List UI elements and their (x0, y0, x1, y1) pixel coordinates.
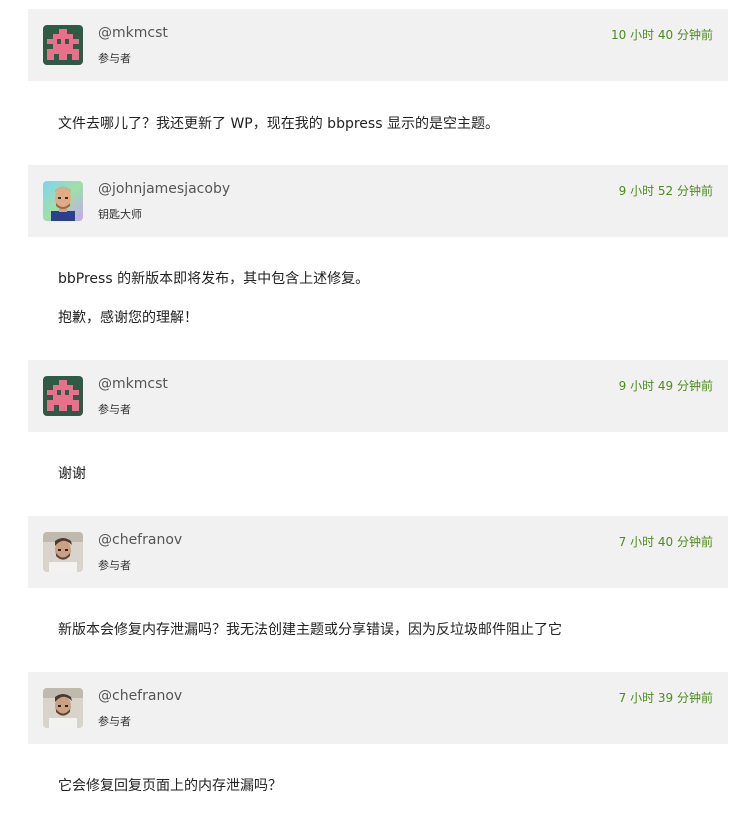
pixel-invader-avatar[interactable] (43, 25, 83, 65)
reply-author-bar: @chefranov 参与者 7 小时 39 分钟前 (28, 672, 728, 744)
reply-paragraph: 文件去哪儿了？我还更新了 WP，现在我的 bbpress 显示的是空主题。 (58, 116, 499, 132)
user-role: 参与者 (98, 559, 131, 572)
post-timestamp-link[interactable]: 9 小时 52 分钟前 (619, 182, 713, 199)
post-timestamp-link[interactable]: 9 小时 49 分钟前 (619, 377, 713, 394)
reply-author-bar: @chefranov 参与者 7 小时 40 分钟前 (28, 516, 728, 588)
reply-content: 新版本会修复内存泄漏吗？我无法创建主题或分享错误，因为反垃圾邮件阻止了它 (58, 621, 718, 660)
reply-content: bbPress 的新版本即将发布，其中包含上述修复。 抱歉，感谢您的理解！ (58, 270, 718, 348)
photo-avatar-chefranov[interactable] (43, 688, 83, 728)
post-timestamp-link[interactable]: 7 小时 40 分钟前 (619, 533, 713, 550)
reply-author-bar: @johnjamesjacoby 钥匙大师 9 小时 52 分钟前 (28, 165, 728, 237)
username-link[interactable]: @johnjamesjacoby (98, 181, 230, 197)
photo-avatar-johnjamesjacoby[interactable] (43, 181, 83, 221)
reply-thread: @mkmcst 参与者 10 小时 40 分钟前 文件去哪儿了？我还更新了 WP… (0, 0, 751, 835)
username-link[interactable]: @mkmcst (98, 25, 168, 41)
reply-content: 谢谢 (58, 465, 718, 504)
user-role: 参与者 (98, 403, 131, 416)
reply-paragraph: 抱歉，感谢您的理解！ (58, 310, 198, 326)
user-role: 参与者 (98, 52, 131, 65)
reply-paragraph: 谢谢 (58, 466, 86, 482)
username-link[interactable]: @mkmcst (98, 376, 168, 392)
reply-paragraph: bbPress 的新版本即将发布，其中包含上述修复。 (58, 271, 370, 287)
post-timestamp-link[interactable]: 10 小时 40 分钟前 (611, 26, 713, 43)
pixel-invader-avatar[interactable] (43, 376, 83, 416)
reply-author-bar: @mkmcst 参与者 9 小时 49 分钟前 (28, 360, 728, 432)
photo-avatar-chefranov[interactable] (43, 532, 83, 572)
username-link[interactable]: @chefranov (98, 532, 182, 548)
reply-paragraph: 新版本会修复内存泄漏吗？我无法创建主题或分享错误，因为反垃圾邮件阻止了它 (58, 622, 562, 638)
reply-paragraph: 它会修复回复页面上的内存泄漏吗？ (58, 778, 282, 794)
user-role: 参与者 (98, 715, 131, 728)
username-link[interactable]: @chefranov (98, 688, 182, 704)
reply-author-bar: @mkmcst 参与者 10 小时 40 分钟前 (28, 9, 728, 81)
reply-content: 它会修复回复页面上的内存泄漏吗？ (58, 777, 718, 816)
post-timestamp-link[interactable]: 7 小时 39 分钟前 (619, 689, 713, 706)
user-role: 钥匙大师 (98, 208, 142, 221)
reply-content: 文件去哪儿了？我还更新了 WP，现在我的 bbpress 显示的是空主题。 (58, 115, 718, 154)
